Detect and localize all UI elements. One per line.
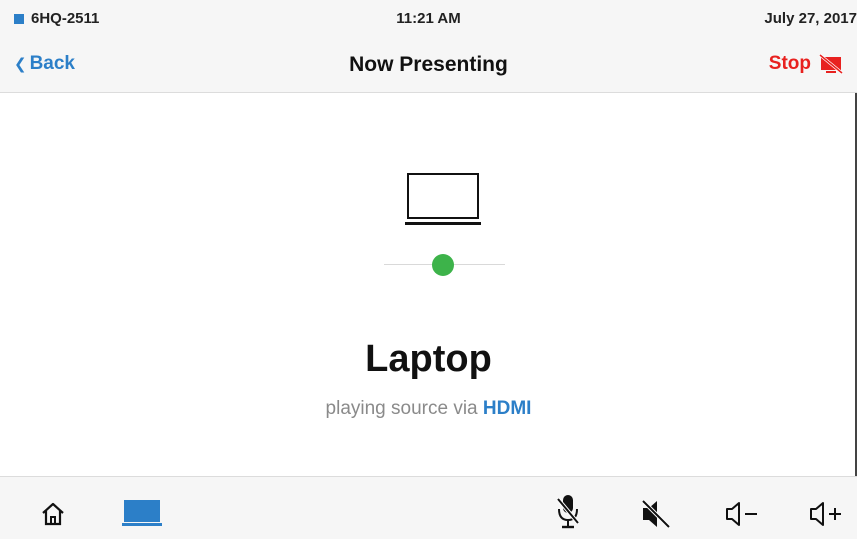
stop-label: Stop (768, 53, 811, 74)
nav-bar: ❮ Back Now Presenting Stop (0, 40, 857, 93)
page-title: Now Presenting (349, 53, 508, 76)
laptop-icon (405, 173, 481, 225)
source-name: Laptop (365, 338, 492, 380)
bottom-toolbar (0, 476, 857, 539)
date: July 27, 2017 (764, 10, 857, 27)
stop-presenting-icon (819, 54, 843, 74)
volume-up-icon[interactable] (808, 501, 848, 527)
source-subtitle: playing source via HDMI (0, 398, 857, 420)
laptop-source-icon[interactable] (122, 499, 162, 527)
volume-down-icon[interactable] (724, 501, 762, 527)
stop-button[interactable]: Stop (769, 53, 843, 75)
status-indicator (432, 254, 454, 276)
connection-type: HDMI (482, 398, 532, 419)
speaker-mute-icon[interactable] (640, 499, 672, 529)
status-bar: 6HQ-2511 11:21 AM July 27, 2017 (0, 0, 857, 40)
clock: 11:21 AM (396, 10, 461, 27)
touch-panel: 6HQ-2511 11:21 AM July 27, 2017 ❮ Back N… (0, 0, 857, 539)
mic-mute-icon[interactable] (556, 493, 580, 531)
source-subtitle-text: playing source via (325, 398, 478, 419)
home-icon[interactable] (40, 501, 66, 527)
